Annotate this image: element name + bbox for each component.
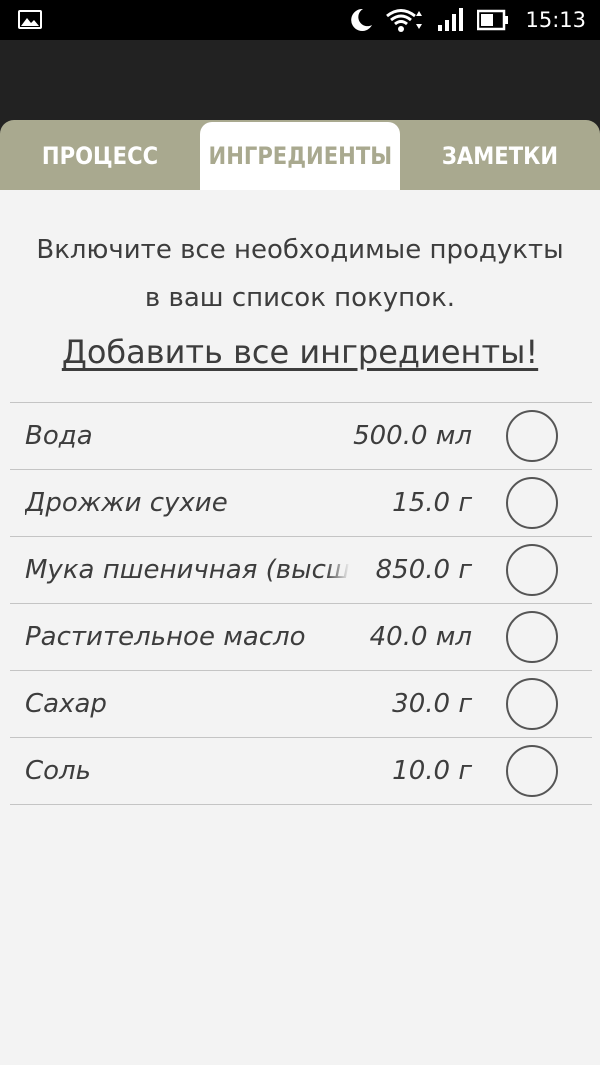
ingredient-checkbox[interactable] <box>506 678 558 730</box>
clock: 15:13 <box>525 8 586 32</box>
ingredient-row: Дрожжи сухие 15.0 г <box>10 470 592 537</box>
ingredient-row: Соль 10.0 г <box>10 738 592 805</box>
tab-notes[interactable]: ЗАМЕТКИ <box>412 122 588 190</box>
ingredient-name: Соль <box>25 738 350 804</box>
tab-ingredients-label: ИНГРЕДИЕНТЫ <box>208 142 392 170</box>
gallery-icon <box>18 10 42 29</box>
ingredient-checkbox[interactable] <box>506 611 558 663</box>
ingredient-name: Сахар <box>25 671 350 737</box>
ingredient-row: Вода 500.0 мл <box>10 403 592 470</box>
ingredient-checkbox[interactable] <box>506 410 558 462</box>
ingredients-panel: Включите все необходимые продукты в ваш … <box>0 190 600 1065</box>
tab-process[interactable]: ПРОЦЕСС <box>12 122 188 190</box>
hint-text: Включите все необходимые продукты в ваш … <box>36 235 564 313</box>
ingredient-checkbox[interactable] <box>506 544 558 596</box>
ingredient-row: Сахар 30.0 г <box>10 671 592 738</box>
ingredient-checkbox[interactable] <box>506 745 558 797</box>
ingredient-amount: 40.0 мл <box>369 622 472 652</box>
add-all-ingredients-link[interactable]: Добавить все ингредиенты! <box>0 333 600 371</box>
ingredient-amount: 850.0 г <box>375 555 472 585</box>
ingredient-amount: 500.0 мл <box>353 421 472 451</box>
ingredient-name: Растительное масло <box>25 604 350 670</box>
signal-icon <box>438 8 464 31</box>
tab-bar: ПРОЦЕСС ИНГРЕДИЕНТЫ ЗАМЕТКИ <box>0 120 600 190</box>
tab-ingredients[interactable]: ИНГРЕДИЕНТЫ <box>200 122 400 190</box>
status-bar: 15:13 <box>0 0 600 40</box>
moon-icon <box>351 8 373 31</box>
wifi-icon <box>386 9 423 32</box>
ingredient-amount: 15.0 г <box>392 488 472 518</box>
ingredient-checkbox[interactable] <box>506 477 558 529</box>
ingredient-list: Вода 500.0 мл Дрожжи сухие 15.0 г Мука п… <box>10 402 592 805</box>
ingredient-row: Растительное масло 40.0 мл <box>10 604 592 671</box>
ingredient-name: Мука пшеничная (высш <box>25 537 350 603</box>
battery-icon <box>477 9 509 31</box>
ingredient-name: Дрожжи сухие <box>25 470 350 536</box>
ingredient-amount: 30.0 г <box>392 689 472 719</box>
ingredient-row: Мука пшеничная (высш 850.0 г <box>10 537 592 604</box>
ingredient-name: Вода <box>25 403 350 469</box>
ingredient-amount: 10.0 г <box>392 756 472 786</box>
action-bar <box>0 40 600 120</box>
